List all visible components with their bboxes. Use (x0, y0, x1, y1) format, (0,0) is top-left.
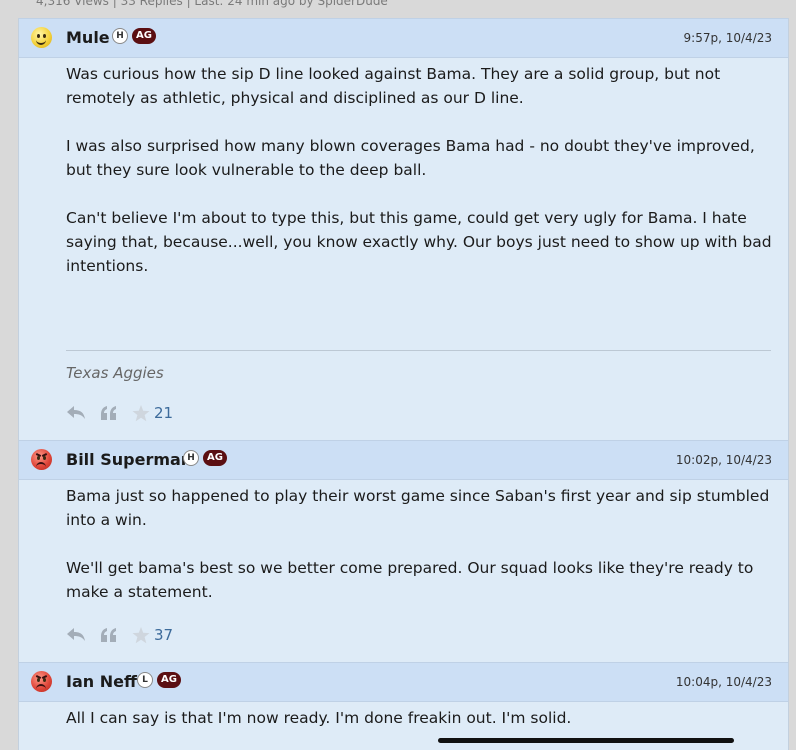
angry-smiley-icon[interactable] (31, 449, 52, 470)
quote-icon[interactable] (100, 405, 118, 421)
post-body: Bama just so happened to play their wors… (66, 484, 776, 604)
quote-icon[interactable] (100, 627, 118, 643)
thread-stats: 4,316 Views | 33 Replies | Last: 24 min … (36, 0, 388, 8)
post-timestamp[interactable]: 10:04p, 10/4/23 (676, 675, 772, 689)
post-signature: Texas Aggies (66, 364, 164, 382)
post: Bill Superman H AG 10:02p, 10/4/23 Bama … (19, 440, 788, 662)
star-icon[interactable] (132, 404, 150, 422)
signature-divider (66, 350, 771, 351)
post-paragraph: Was curious how the sip D line looked ag… (66, 65, 721, 107)
thread-container: Mule H AG 9:57p, 10/4/23 Was curious how… (18, 18, 789, 750)
user-badges: H AG (183, 450, 227, 466)
thread-stats-bar: 4,316 Views | 33 Replies | Last: 24 min … (0, 0, 796, 18)
school-badge: AG (132, 28, 156, 44)
post-paragraph: We'll get bama's best so we better come … (66, 559, 754, 601)
post-actions: 37 (66, 626, 173, 644)
reply-icon[interactable] (66, 405, 86, 421)
star-icon[interactable] (132, 626, 150, 644)
role-badge: H (183, 450, 199, 466)
post-paragraph: Can't believe I'm about to type this, bu… (66, 209, 772, 275)
post-body: All I can say is that I'm now ready. I'm… (66, 706, 776, 730)
post: Mule H AG 9:57p, 10/4/23 Was curious how… (19, 18, 788, 440)
post-timestamp[interactable]: 9:57p, 10/4/23 (684, 31, 772, 45)
star-count[interactable]: 37 (154, 626, 173, 644)
reply-icon[interactable] (66, 627, 86, 643)
post-timestamp[interactable]: 10:02p, 10/4/23 (676, 453, 772, 467)
angry-smiley-icon[interactable] (31, 671, 52, 692)
username[interactable]: Ian Neff (66, 672, 137, 691)
post-paragraph: Bama just so happened to play their wors… (66, 487, 770, 529)
role-badge: L (137, 672, 153, 688)
school-badge: AG (157, 672, 181, 688)
user-badges: L AG (137, 672, 181, 688)
star-count[interactable]: 21 (154, 404, 173, 422)
post-header: Bill Superman H AG 10:02p, 10/4/23 (19, 440, 788, 480)
post: Ian Neff L AG 10:04p, 10/4/23 All I can … (19, 662, 788, 750)
post-actions: 21 (66, 404, 173, 422)
school-badge: AG (203, 450, 227, 466)
post-header: Mule H AG 9:57p, 10/4/23 (19, 18, 788, 58)
post-body: Was curious how the sip D line looked ag… (66, 62, 776, 278)
post-paragraph: All I can say is that I'm now ready. I'm… (66, 709, 572, 727)
happy-smiley-icon[interactable] (31, 27, 52, 48)
home-indicator[interactable] (438, 738, 734, 743)
post-header: Ian Neff L AG 10:04p, 10/4/23 (19, 662, 788, 702)
username[interactable]: Mule (66, 28, 110, 47)
role-badge: H (112, 28, 128, 44)
user-badges: H AG (112, 28, 156, 44)
post-paragraph: I was also surprised how many blown cove… (66, 137, 755, 179)
username[interactable]: Bill Superman (66, 450, 192, 469)
